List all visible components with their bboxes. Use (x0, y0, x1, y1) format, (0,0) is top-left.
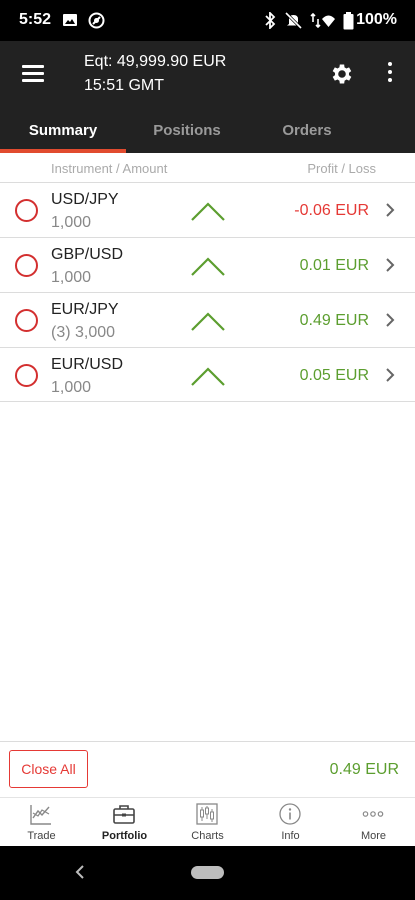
column-header-profit-loss: Profit / Loss (307, 161, 376, 176)
status-time: 5:52 (19, 11, 52, 28)
briefcase-icon (113, 805, 135, 824)
close-position-circle-icon[interactable] (15, 199, 38, 222)
nav-charts[interactable]: Charts (166, 798, 249, 847)
tab-summary[interactable]: Summary (3, 113, 123, 153)
equity-text: Eqt: 49,999.90 EUR (84, 53, 227, 70)
nav-info[interactable]: Info (249, 798, 332, 847)
nav-label: More (360, 830, 387, 842)
nav-label: Trade (27, 830, 56, 842)
chevron-right-icon[interactable] (384, 257, 396, 273)
nav-label: Info (281, 830, 300, 842)
more-dots-icon (362, 811, 384, 817)
gallery-icon (63, 14, 77, 26)
nav-trade[interactable]: Trade (0, 798, 83, 847)
gear-icon[interactable] (329, 61, 355, 87)
mute-bell-icon (285, 12, 302, 29)
profit-loss-value: 0.01 EUR (299, 257, 369, 274)
footer-bar: Close All 0.49 EUR (0, 741, 415, 797)
trend-up-icon (191, 312, 225, 331)
app-notification-icon (88, 12, 105, 29)
close-all-button[interactable]: Close All (9, 750, 88, 788)
profit-loss-value: 0.05 EUR (299, 367, 369, 384)
instrument-amount: 1,000 (51, 269, 92, 286)
position-row[interactable]: GBP/USD 1,000 0.01 EUR (0, 237, 415, 292)
trend-up-icon (191, 257, 225, 276)
battery-percent: 100% (356, 11, 397, 28)
chevron-right-icon[interactable] (384, 367, 396, 383)
column-header-instrument: Instrument / Amount (51, 161, 168, 176)
position-row[interactable]: EUR/USD 1,000 0.05 EUR (0, 347, 415, 402)
bottom-nav: Trade Portfolio Charts Info More (0, 797, 415, 846)
back-icon[interactable] (72, 863, 88, 881)
status-bar: 5:52 100% (0, 0, 415, 41)
tab-bar: Summary Positions Orders (0, 113, 415, 153)
instrument-amount: 1,000 (51, 379, 92, 396)
data-wifi-icon (310, 12, 335, 29)
info-icon (279, 803, 301, 825)
close-position-circle-icon[interactable] (15, 254, 38, 277)
position-row[interactable]: USD/JPY 1,000 -0.06 EUR (0, 182, 415, 237)
tab-orders[interactable]: Orders (247, 113, 367, 153)
trend-up-icon (191, 202, 225, 221)
total-profit-loss: 0.49 EUR (329, 761, 399, 778)
instrument-name: GBP/USD (51, 246, 124, 263)
instrument-name: EUR/USD (51, 356, 124, 373)
candlestick-chart-icon (196, 803, 218, 825)
close-position-circle-icon[interactable] (15, 309, 38, 332)
app-header: Eqt: 49,999.90 EUR 15:51 GMT (0, 41, 415, 113)
nav-label: Portfolio (101, 830, 148, 842)
menu-icon[interactable] (22, 65, 44, 83)
battery-icon (343, 12, 354, 30)
trend-up-icon (191, 367, 225, 386)
profit-loss-value: 0.49 EUR (299, 312, 369, 329)
instrument-name: EUR/JPY (51, 301, 119, 318)
instrument-amount: (3) 3,000 (51, 324, 116, 341)
instrument-amount: 1,000 (51, 214, 92, 231)
instrument-name: USD/JPY (51, 191, 119, 208)
gmt-time-text: 15:51 GMT (84, 77, 165, 94)
nav-more[interactable]: More (332, 798, 415, 847)
profit-loss-value: -0.06 EUR (294, 202, 369, 219)
tab-positions[interactable]: Positions (127, 113, 247, 153)
chevron-right-icon[interactable] (384, 202, 396, 218)
nav-label: Charts (191, 830, 224, 842)
nav-portfolio[interactable]: Portfolio (83, 798, 166, 847)
summary-list: Instrument / Amount Profit / Loss USD/JP… (0, 153, 415, 741)
system-nav-bar (0, 846, 415, 900)
overflow-menu-icon[interactable] (385, 62, 395, 86)
trade-chart-icon (30, 805, 51, 825)
close-position-circle-icon[interactable] (15, 364, 38, 387)
chevron-right-icon[interactable] (384, 312, 396, 328)
position-row[interactable]: EUR/JPY (3) 3,000 0.49 EUR (0, 292, 415, 347)
bluetooth-icon (265, 12, 276, 29)
home-pill[interactable] (191, 866, 224, 879)
